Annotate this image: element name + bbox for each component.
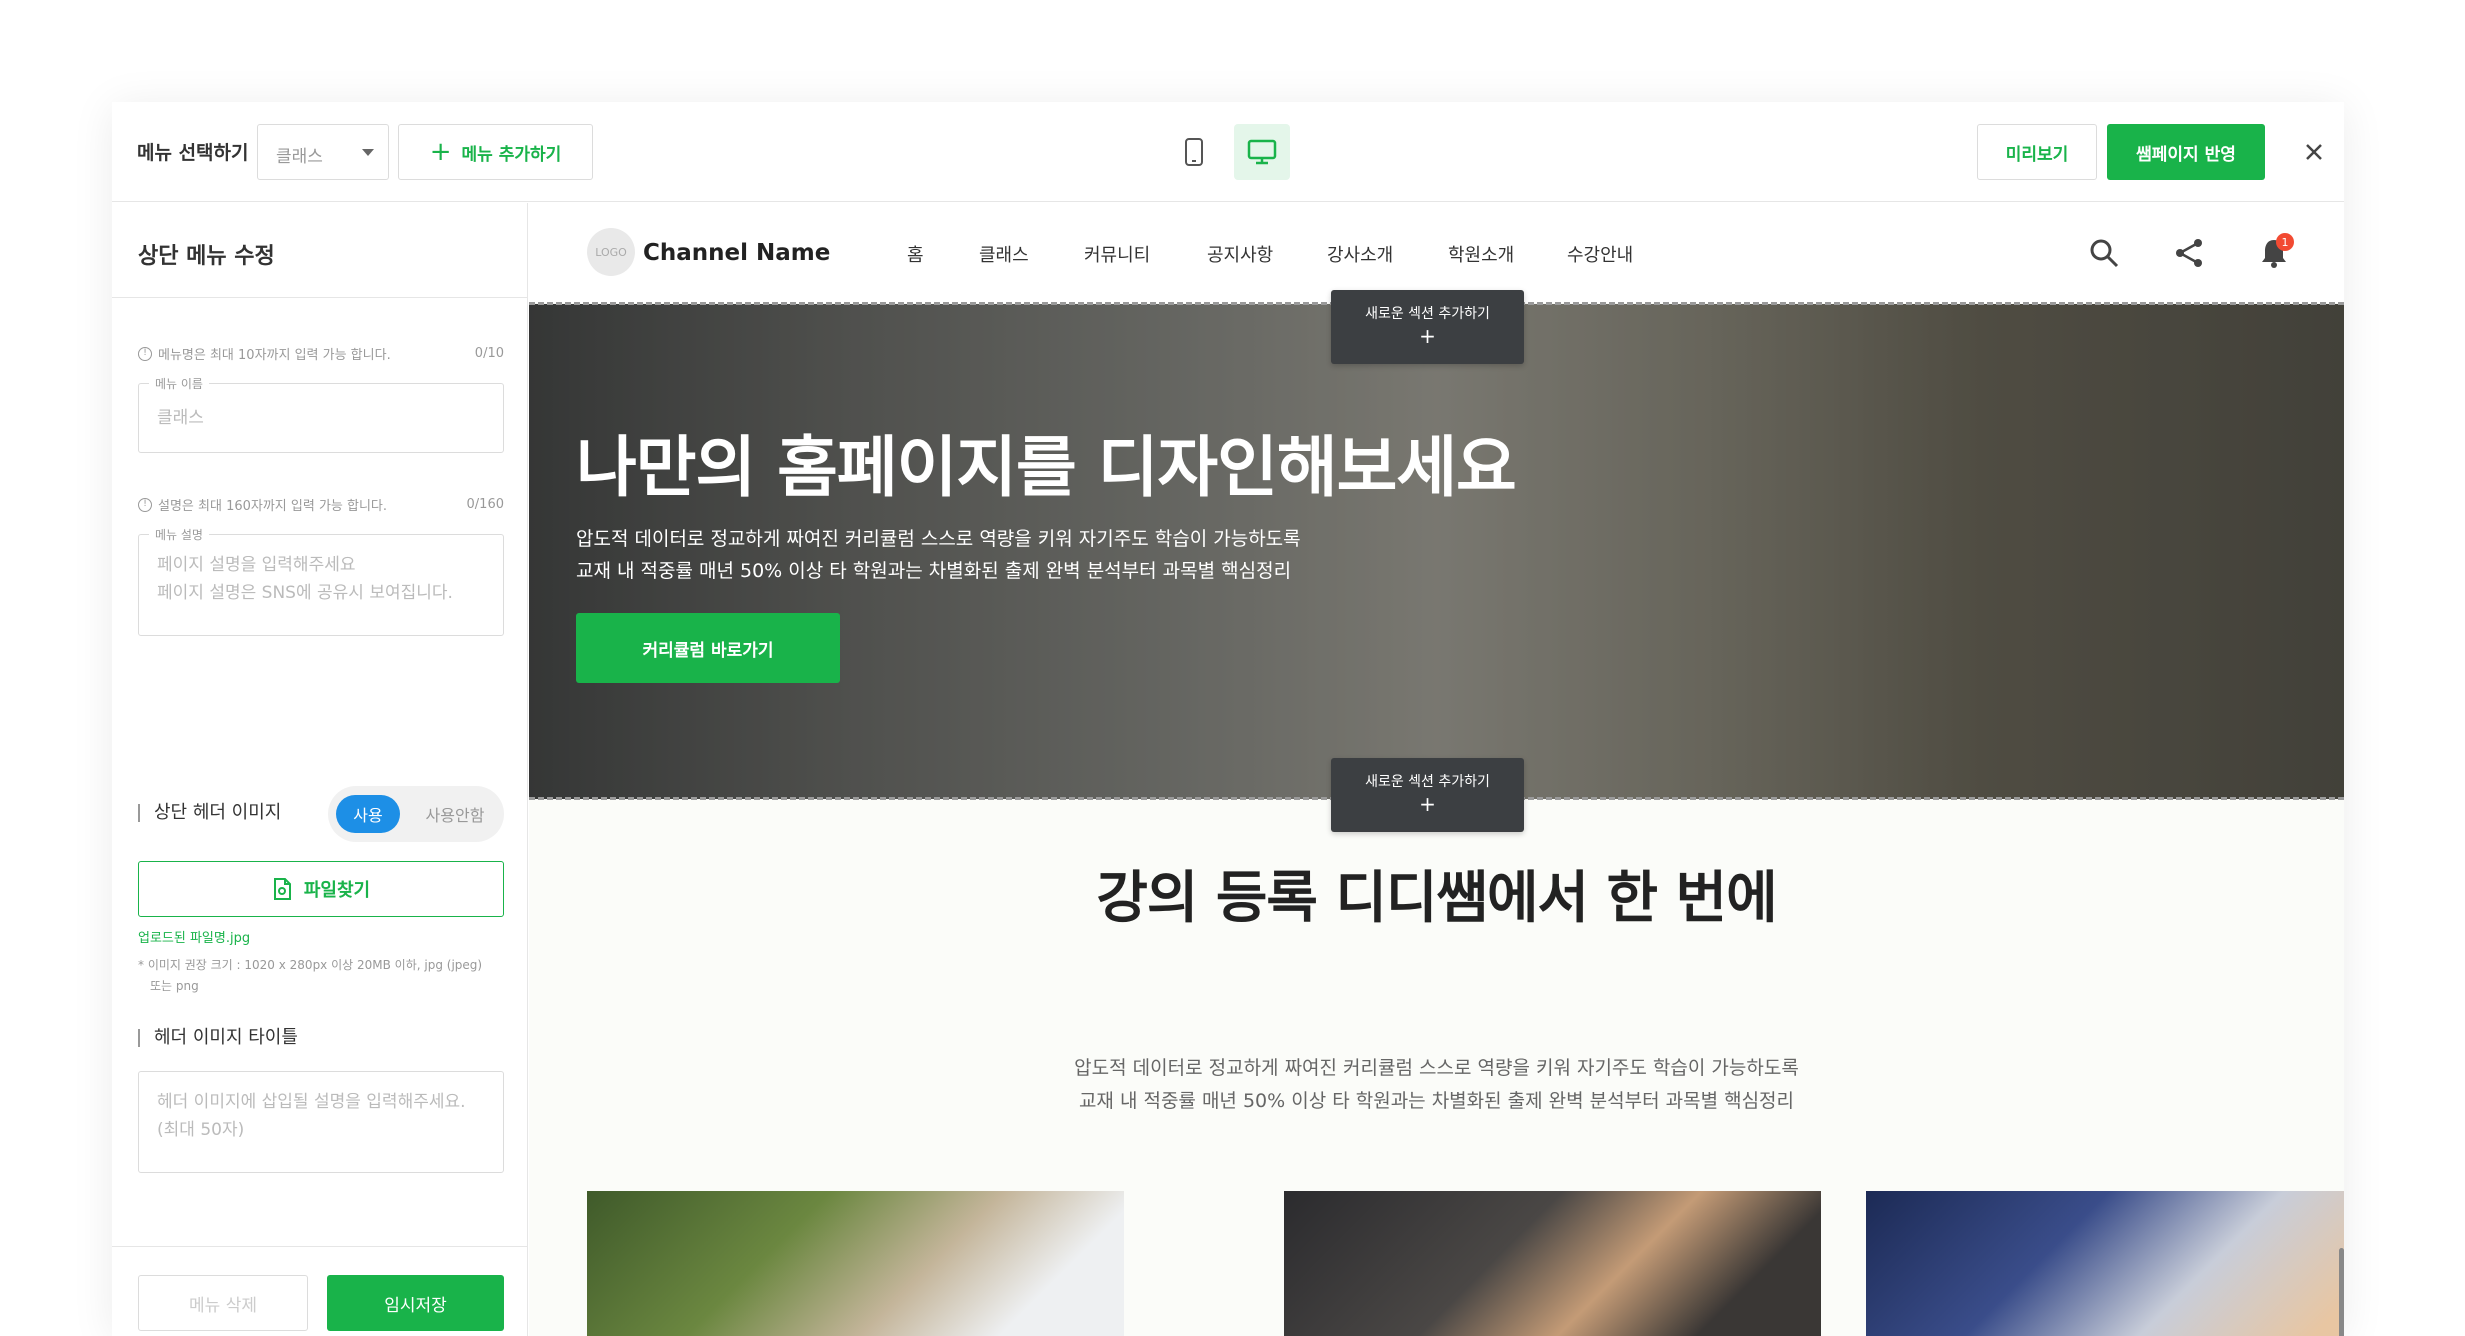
menu-item-community[interactable]: 커뮤니티 [1084, 241, 1150, 267]
hero-section: 나만의 홈페이지를 디자인해보세요 압도적 데이터로 정교하게 짜여진 커리큘럼… [529, 304, 2344, 799]
menu-select-label: 메뉴 선택하기 [137, 142, 249, 164]
desktop-view-button[interactable] [1234, 124, 1290, 180]
section-title: 강의 등록 디디쌤에서 한 번에 [1096, 866, 1777, 931]
header-image-toggle[interactable]: 사용 사용안함 [328, 786, 504, 842]
menu-desc-hint-text: 설명은 최대 160자까지 입력 가능 합니다. [158, 499, 388, 514]
mobile-icon [1185, 138, 1203, 166]
menu-item-notice[interactable]: 공지사항 [1207, 241, 1273, 267]
image-spec-note: * 이미지 권장 크기 : 1020 x 280px 이상 20MB 이하, j… [138, 955, 508, 997]
notification-badge: 1 [2276, 233, 2294, 251]
edit-panel: 상단 메뉴 수정 ! 메뉴명은 최대 10자까지 입력 가능 합니다. 0/10 … [112, 203, 528, 1336]
header-title-placeholder-1: 헤더 이미지에 삽입될 설명을 입력해주세요. [157, 1092, 466, 1112]
mobile-view-button[interactable] [1166, 124, 1222, 180]
menu-name-legend: 메뉴 이름 [149, 375, 209, 392]
image-spec-line-1: * 이미지 권장 크기 : 1020 x 280px 이상 20MB 이하, j… [138, 958, 483, 972]
section-desc-line-1: 압도적 데이터로 정교하게 짜여진 커리큘럼 스스로 역량을 키워 자기주도 학… [1074, 1057, 1799, 1079]
hero-image [529, 304, 2344, 799]
add-section-button-top[interactable]: 새로운 섹션 추가하기 + [1331, 290, 1524, 364]
menu-name-count: 0/10 [474, 346, 504, 361]
add-section-button-bottom[interactable]: 새로운 섹션 추가하기 + [1331, 758, 1524, 832]
menu-item-academy[interactable]: 학원소개 [1448, 241, 1514, 267]
card-image-2[interactable] [1284, 1191, 1821, 1336]
chevron-down-icon [362, 149, 374, 156]
menu-desc-count: 0/160 [466, 497, 504, 512]
editor-window: 메뉴 선택하기 클래스 + 메뉴 추가하기 미리보기 쌤페이지 반영 상단 메뉴… [112, 102, 2344, 1336]
info-icon: ! [138, 346, 152, 361]
site-logo[interactable]: LOGO [587, 228, 635, 276]
preview-button[interactable]: 미리보기 [1977, 124, 2097, 180]
card-image-3[interactable] [1866, 1191, 2344, 1336]
add-section-label: 새로운 섹션 추가하기 [1365, 774, 1490, 790]
section-desc-line-2: 교재 내 적중률 매년 50% 이상 타 학원과는 차별화된 출제 완벽 분석부… [1078, 1090, 1795, 1112]
header-title-field[interactable]: 헤더 이미지에 삽입될 설명을 입력해주세요. (최대 50자) [138, 1071, 504, 1173]
site-preview: LOGO Channel Name 홈 클래스 커뮤니티 공지사항 강사소개 학… [529, 203, 2344, 1336]
menu-item-instructors[interactable]: 강사소개 [1327, 241, 1393, 267]
panel-footer: 메뉴 삭제 임시저장 [112, 1246, 527, 1336]
add-menu-button[interactable]: + 메뉴 추가하기 [398, 124, 593, 180]
plus-icon: + [1419, 792, 1436, 816]
plus-icon: + [429, 137, 452, 167]
hero-title: 나만의 홈페이지를 디자인해보세요 [576, 429, 1517, 506]
desktop-icon [1247, 139, 1277, 165]
add-section-label: 새로운 섹션 추가하기 [1365, 306, 1490, 322]
curriculum-button[interactable]: 커리큘럼 바로가기 [576, 613, 840, 683]
temp-save-button[interactable]: 임시저장 [327, 1275, 504, 1331]
close-button[interactable] [2294, 132, 2334, 172]
menu-name-hint-text: 메뉴명은 최대 10자까지 입력 가능 합니다. [158, 348, 391, 363]
menu-desc-placeholder-1: 페이지 설명을 입력해주세요 [157, 555, 356, 575]
menu-name-placeholder: 클래스 [157, 408, 204, 428]
channel-name[interactable]: Channel Name [643, 240, 830, 266]
close-icon [2306, 144, 2322, 160]
menu-item-enroll-guide[interactable]: 수강안내 [1567, 241, 1633, 267]
panel-title: 상단 메뉴 수정 [112, 203, 527, 298]
share-icon [2176, 239, 2202, 267]
preview-scrollbar[interactable] [2339, 1248, 2344, 1336]
notification-button[interactable]: 1 [2254, 233, 2294, 273]
menu-name-hint: ! 메뉴명은 최대 10자까지 입력 가능 합니다. 0/10 [138, 344, 504, 363]
file-search-button[interactable]: 파일찾기 [138, 861, 504, 917]
apply-page-button[interactable]: 쌤페이지 반영 [2107, 124, 2265, 180]
search-button[interactable] [2084, 233, 2124, 273]
hero-line-2: 교재 내 적중률 매년 50% 이상 타 학원과는 차별화된 출제 완벽 분석부… [576, 560, 1292, 582]
file-search-label: 파일찾기 [303, 880, 371, 901]
share-button[interactable] [2169, 233, 2209, 273]
menu-desc-hint: ! 설명은 최대 160자까지 입력 가능 합니다. 0/160 [138, 495, 504, 514]
search-icon [2090, 239, 2119, 268]
menu-desc-field[interactable]: 메뉴 설명 페이지 설명을 입력해주세요 페이지 설명은 SNS에 공유시 보여… [138, 526, 504, 636]
card-image-1[interactable] [587, 1191, 1124, 1336]
top-toolbar: 메뉴 선택하기 클래스 + 메뉴 추가하기 미리보기 쌤페이지 반영 [112, 102, 2344, 202]
menu-item-home[interactable]: 홈 [907, 241, 924, 267]
toggle-on[interactable]: 사용 [336, 795, 400, 833]
menu-desc-legend: 메뉴 설명 [149, 526, 209, 543]
header-image-title: 상단 헤더 이미지 [138, 804, 281, 822]
menu-item-class[interactable]: 클래스 [979, 241, 1029, 267]
toggle-off[interactable]: 사용안함 [414, 795, 496, 833]
header-title-placeholder-2: (최대 50자) [157, 1120, 245, 1140]
menu-select-dropdown[interactable]: 클래스 [257, 124, 389, 180]
plus-icon: + [1419, 324, 1436, 348]
menu-name-field[interactable]: 메뉴 이름 클래스 [138, 375, 504, 453]
info-icon: ! [138, 497, 152, 512]
image-spec-line-2: 또는 png [150, 979, 199, 993]
file-icon [273, 878, 291, 900]
hero-line-1: 압도적 데이터로 정교하게 짜여진 커리큘럼 스스로 역량을 키워 자기주도 학… [576, 528, 1301, 550]
header-image-title-label: 헤더 이미지 타이틀 [138, 1029, 298, 1047]
menu-select-value: 클래스 [276, 147, 323, 167]
delete-menu-button[interactable]: 메뉴 삭제 [138, 1275, 308, 1331]
site-header: LOGO Channel Name 홈 클래스 커뮤니티 공지사항 강사소개 학… [529, 203, 2344, 303]
add-menu-label: 메뉴 추가하기 [461, 144, 562, 165]
uploaded-file-name: 업로드된 파일명.jpg [138, 931, 251, 946]
menu-desc-placeholder-2: 페이지 설명은 SNS에 공유시 보여집니다. [157, 583, 453, 603]
